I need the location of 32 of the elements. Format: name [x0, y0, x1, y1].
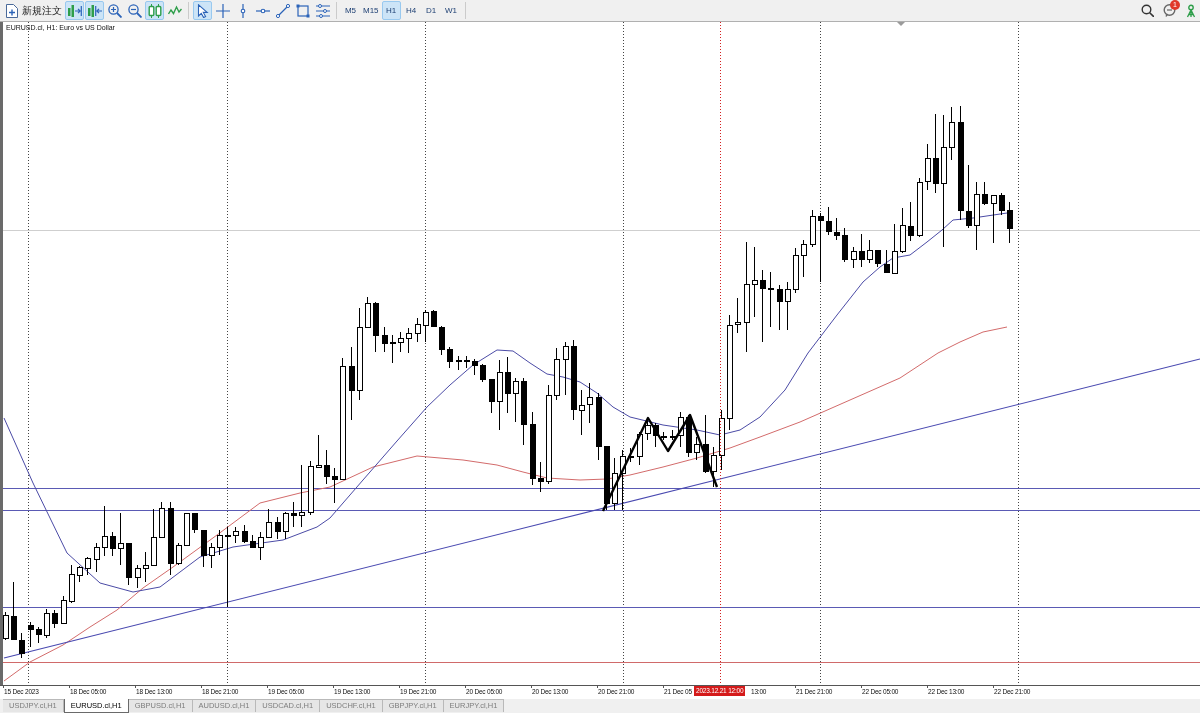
line-list-button[interactable] [313, 1, 332, 20]
line-list-icon [315, 3, 330, 18]
zoom-out-button[interactable] [125, 1, 144, 20]
trend-line-button[interactable] [273, 1, 292, 20]
antenna-icon[interactable] [1185, 3, 1197, 18]
cursor-icon [195, 3, 210, 18]
bars-arrow-right-button[interactable] [65, 1, 84, 20]
timeframe-button[interactable]: H4 [401, 1, 421, 20]
candlestick-button[interactable] [145, 1, 164, 20]
search-icon[interactable] [1141, 4, 1154, 17]
cursor-button[interactable] [193, 1, 212, 20]
zigzag-icon [167, 3, 182, 18]
bars-arrow-right-icon [67, 3, 82, 18]
zoom-out-icon [127, 3, 142, 18]
candlestick-icon [147, 3, 162, 18]
rectangle-icon [295, 3, 310, 18]
chat-icon[interactable] [1163, 4, 1176, 17]
crosshair-icon [215, 3, 230, 18]
timeframe-button[interactable]: W1 [441, 1, 461, 20]
bars-arrow-left-icon [87, 3, 102, 18]
timeframe-button[interactable]: H1 [381, 1, 401, 20]
trend-line-icon [275, 3, 290, 18]
triangle-marker-icon [897, 22, 905, 26]
document-plus-icon [5, 3, 19, 18]
timeframe-button[interactable]: D1 [421, 1, 441, 20]
timeframe-button[interactable]: M5 [341, 1, 360, 20]
timeframe-button[interactable]: M15 [361, 1, 381, 20]
bars-arrow-left-button[interactable] [85, 1, 104, 20]
zoom-in-button[interactable] [105, 1, 124, 20]
new-order-button[interactable]: 新規注文 [3, 1, 64, 20]
zoom-in-icon [107, 3, 122, 18]
crosshair-button[interactable] [213, 1, 232, 20]
